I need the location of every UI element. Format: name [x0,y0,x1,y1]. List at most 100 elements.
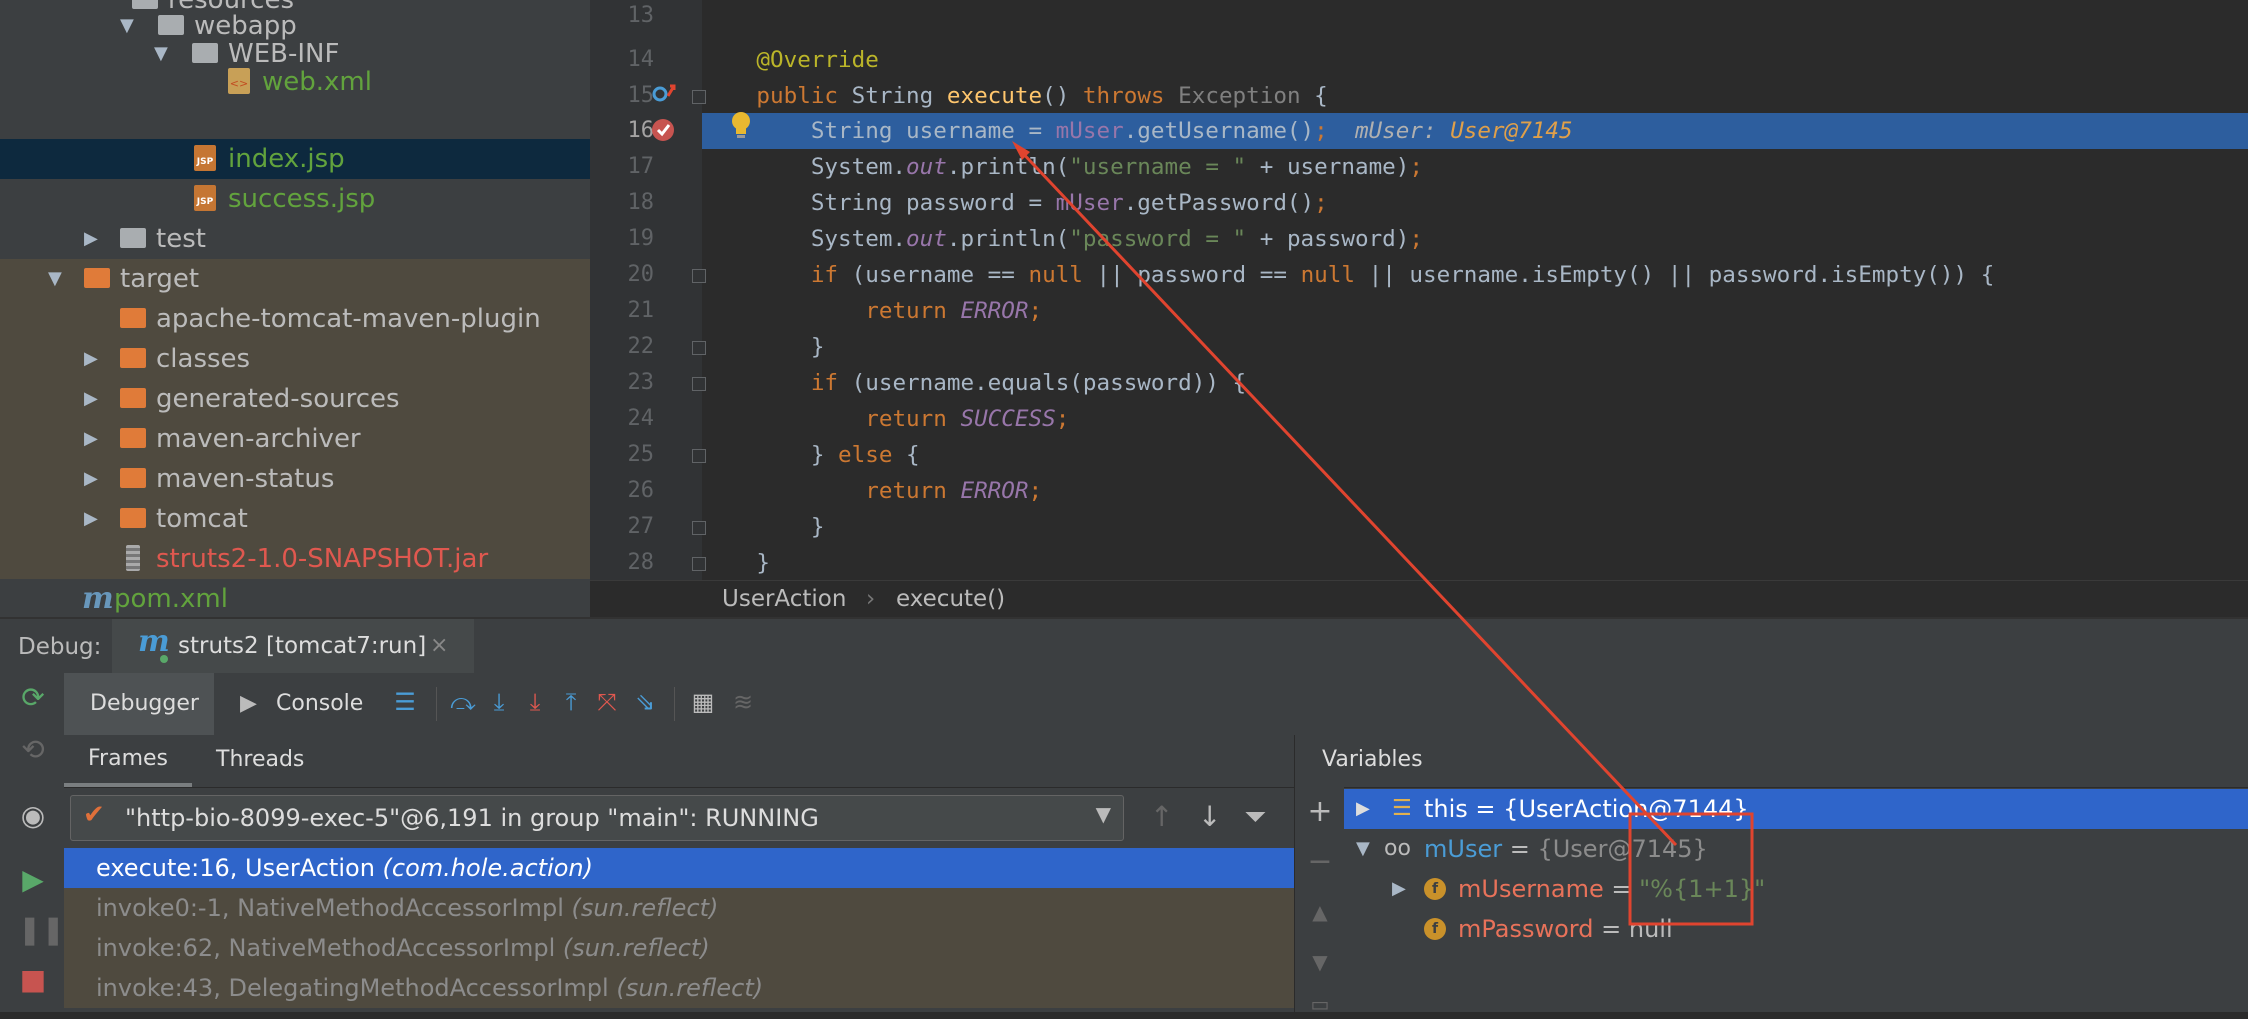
tree-item-label: maven-status [156,464,335,494]
tree-item-generated-sources[interactable]: ▶ generated-sources [0,379,590,419]
lightbulb-icon[interactable] [728,110,754,142]
stack-frame[interactable]: invoke0:-1, NativeMethodAccessorImpl (su… [64,888,1294,928]
tree-item-struts2-jar[interactable]: struts2-1.0-SNAPSHOT.jar [0,539,590,579]
arrow-up-icon[interactable]: ↑ [1150,801,1173,833]
evaluate-expression-icon[interactable]: ▦ [688,687,718,717]
force-step-into-icon[interactable]: ⤓ [520,687,550,717]
variable-row-musername[interactable]: ▶ f mUsername = "%{1+1}" [1344,869,2248,909]
tree-item-tomcat[interactable]: ▶ tomcat [0,499,590,539]
fold-icon[interactable] [692,341,706,355]
tree-item-maven-status[interactable]: ▶ maven-status [0,459,590,499]
variable-row-muser[interactable]: ▼ oo mUser = {User@7145} [1344,829,2248,869]
arrow-down-icon[interactable]: ↓ [1198,801,1221,833]
code-line-23[interactable]: if (username.equals(password)) { [702,365,2248,401]
code-line-19[interactable]: System.out.println("password = " + passw… [702,221,2248,257]
code-line-16[interactable]: String username = mUser.getUsername(); m… [702,113,2248,149]
tree-item-test[interactable]: ▶ test [0,219,590,259]
chevron-right-icon[interactable]: ▶ [84,379,98,419]
code-line-14[interactable]: @Override [702,42,2248,78]
chevron-right-icon[interactable]: ▶ [84,339,98,379]
breadcrumb-class[interactable]: UserAction [722,581,846,618]
fold-icon[interactable] [692,269,706,283]
tab-debugger[interactable]: Debugger [64,673,214,735]
remove-watch-icon[interactable]: − [1305,847,1335,877]
step-over-icon[interactable]: ⤼ [448,687,478,717]
tree-item-pom-xml[interactable]: m pom.xml [0,579,590,617]
stack-frame[interactable]: execute:16, UserAction (com.hole.action) [64,848,1294,888]
code-line-17[interactable]: System.out.println("username = " + usern… [702,149,2248,185]
tree-item-target[interactable]: ▼ target [0,259,590,299]
chevron-down-icon[interactable]: ▼ [1096,802,1111,826]
tree-item-apache-tomcat-maven-plugin[interactable]: apache-tomcat-maven-plugin [0,299,590,339]
tree-item-classes[interactable]: ▶ classes [0,339,590,379]
frame-method: execute:16, UserAction [96,854,375,882]
breadcrumb-method[interactable]: execute() [896,581,1005,618]
run-to-cursor-icon[interactable]: ⇘ [630,687,660,717]
tree-item-label: success.jsp [228,184,376,214]
debugger-toolbar: Debugger ▶ Console ☰ ⤼ ⤓ ⤓ ⤒ ⤧ ⇘ ▦ ≋ [64,673,2248,735]
console-icon: ▶ [240,691,257,716]
tree-item-success-jsp[interactable]: JSP success.jsp [0,179,590,219]
variable-value: {User@7145} [1537,835,1708,863]
chevron-right-icon[interactable]: ▶ [1356,789,1370,829]
move-up-icon[interactable]: ▲ [1305,897,1335,927]
view-breakpoints-icon[interactable]: ◉ [18,799,48,832]
override-marker-icon[interactable] [650,82,680,112]
resume-icon[interactable]: ▶ [18,863,48,896]
excluded-folder-icon [84,268,110,288]
fold-icon[interactable] [692,90,706,104]
variable-row-mpassword[interactable]: f mPassword = null [1344,909,2248,949]
code-line-27[interactable]: } [702,509,2248,545]
fold-icon[interactable] [692,449,706,463]
filter-icon[interactable]: ⏷ [1244,801,1266,833]
debug-session-tab[interactable]: m struts2 [tomcat7:run] × [112,619,474,677]
chevron-right-icon[interactable]: ▶ [84,219,98,259]
tree-item-index-jsp[interactable]: JSP index.jsp [0,139,590,179]
chevron-right-icon[interactable]: ▶ [84,459,98,499]
code-line-20[interactable]: if (username == null || password == null… [702,257,2248,293]
chevron-down-icon[interactable]: ▼ [1356,829,1370,869]
code-line-22[interactable]: } [702,329,2248,365]
tree-item-maven-archiver[interactable]: ▶ maven-archiver [0,419,590,459]
code-editor[interactable]: 13 14 15 16 17 18 19 20 21 22 23 24 25 26 27 28 @Overri… [590,0,2248,580]
code-line-28[interactable]: } [702,545,2248,580]
close-icon[interactable]: × [430,619,448,673]
code-line-24[interactable]: return SUCCESS; [702,401,2248,437]
chevron-right-icon[interactable]: ▶ [84,419,98,459]
show-execution-point-icon[interactable]: ☰ [390,687,420,717]
step-out-icon[interactable]: ⤒ [556,687,586,717]
tab-threads[interactable]: Threads [216,735,304,785]
move-down-icon[interactable]: ▼ [1305,947,1335,977]
rerun-icon[interactable]: ⟳ [18,681,48,714]
fold-icon[interactable] [692,557,706,571]
variable-row-this[interactable]: ▶ ☰ this = {UserAction@7144} [1344,789,2248,829]
stack-frame[interactable]: invoke:62, NativeMethodAccessorImpl (sun… [64,928,1294,968]
chevron-down-icon[interactable]: ▼ [48,259,62,299]
pause-icon[interactable]: ❚❚ [18,913,65,946]
thread-selector[interactable]: ✔ "http-bio-8099-exec-5"@6,191 in group … [70,795,1124,841]
breakpoint-icon[interactable] [650,116,680,146]
chevron-right-icon[interactable]: ▶ [84,499,98,539]
code-line-21[interactable]: return ERROR; [702,293,2248,329]
stack-frame[interactable]: invoke:43, DelegatingMethodAccessorImpl … [64,968,1294,1008]
drop-frame-icon[interactable]: ⤧ [592,687,622,717]
frames-panel: Frames Threads ✔ "http-bio-8099-exec-5"@… [64,735,1294,1012]
step-into-icon[interactable]: ⤓ [484,687,514,717]
add-watch-icon[interactable]: + [1305,797,1335,827]
tab-frames[interactable]: Frames [64,735,192,787]
fold-icon[interactable] [692,377,706,391]
fold-icon[interactable] [692,521,706,535]
tree-item-label: struts2-1.0-SNAPSHOT.jar [156,544,489,574]
code-line-25[interactable]: } else { [702,437,2248,473]
variable-equals: = [1502,835,1538,863]
code-line-15[interactable]: public String execute() throws Exception… [702,78,2248,114]
trace-icon[interactable]: ≋ [728,687,758,717]
duplicate-icon[interactable]: ▭ [1305,989,1335,1019]
code-line-13[interactable] [702,0,2248,34]
code-line-18[interactable]: String password = mUser.getPassword(); [702,185,2248,221]
modify-icon[interactable]: ⟲ [18,733,48,766]
stop-icon[interactable]: ■ [18,963,48,996]
code-line-26[interactable]: return ERROR; [702,473,2248,509]
chevron-right-icon[interactable]: ▶ [1392,869,1406,909]
tree-item-web-xml[interactable]: <> web.xml [0,62,590,102]
